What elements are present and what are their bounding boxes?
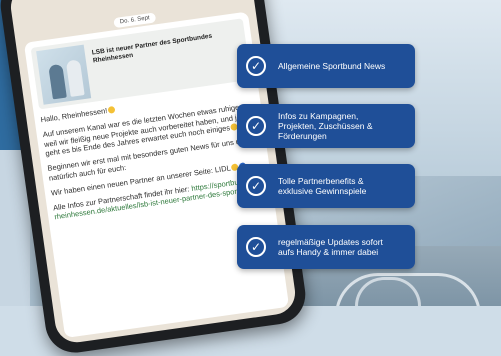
person-figure: [65, 59, 85, 97]
feature-label: regelmäßige Updates sofort aufs Handy & …: [278, 237, 383, 257]
person-figure: [48, 63, 67, 100]
check-circle-icon: ✓: [246, 237, 266, 257]
check-circle-icon: ✓: [246, 116, 266, 136]
check-circle-icon: ✓: [246, 176, 266, 196]
message-text: Hallo, Rheinhessen! Auf unserem Kanal wa…: [40, 86, 267, 223]
feature-label: Tolle Partnerbenefits & exklusive Gewinn…: [278, 176, 367, 196]
waving-hand-emoji-icon: [107, 105, 116, 114]
feature-box-updates: ✓ regelmäßige Updates sofort aufs Handy …: [237, 225, 415, 269]
link-preview-title: LSB ist neuer Partner des Sportbundes Rh…: [91, 32, 213, 65]
feature-box-news: ✓ Allgemeine Sportbund News: [237, 44, 415, 88]
feature-box-campaigns: ✓ Infos zu Kampagnen, Projekten, Zuschüs…: [237, 104, 415, 148]
check-circle-icon: ✓: [246, 56, 266, 76]
link-preview-thumbnail: [36, 44, 92, 105]
feature-label: Infos zu Kampagnen, Projekten, Zuschüsse…: [278, 111, 373, 141]
feature-label: Allgemeine Sportbund News: [278, 61, 386, 71]
feature-box-benefits: ✓ Tolle Partnerbenefits & exklusive Gewi…: [237, 164, 415, 208]
